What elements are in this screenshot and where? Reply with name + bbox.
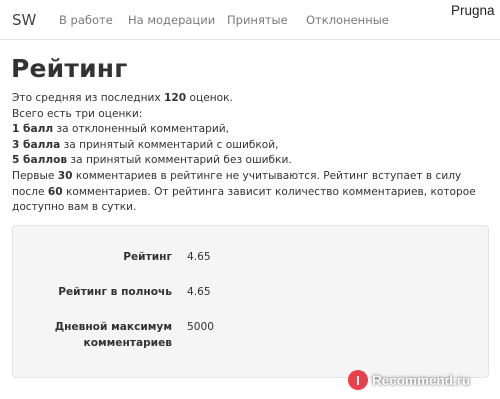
- stat-label: Рейтинг в полночь: [58, 286, 172, 298]
- desc-line-three-grades: Всего есть три оценки:: [12, 107, 143, 120]
- watermark: I Recommend.ru: [348, 368, 470, 392]
- nav-link-in-progress[interactable]: В работе: [59, 13, 113, 27]
- stat-label: Рейтинг: [123, 251, 172, 263]
- top-navbar: SW В работе На модерации Принятые Отклон…: [0, 0, 500, 40]
- stats-panel: Рейтинг 4.65 Рейтинг в полночь 4.65 Днев…: [12, 225, 489, 378]
- nav-link-moderation[interactable]: На модерации: [128, 13, 215, 27]
- page-title: Рейтинг: [11, 54, 128, 83]
- desc-line-grade-5: 5 баллов за принятый комментарий без оши…: [12, 154, 292, 167]
- nav-link-accepted[interactable]: Принятые: [227, 13, 288, 27]
- rating-description: Это средняя из последних 120 оценок. Все…: [12, 91, 492, 216]
- desc-line-grade-1: 1 балл за отклоненный комментарий,: [12, 123, 230, 136]
- stat-value: 4.65: [187, 251, 211, 263]
- brand-logo[interactable]: SW: [12, 11, 36, 29]
- stat-label: Дневной максимум комментариев: [54, 321, 172, 349]
- recommend-logo-icon: I: [348, 370, 368, 390]
- watermark-text: Recommend.ru: [372, 372, 471, 388]
- nav-link-rejected[interactable]: Отклоненные: [306, 13, 389, 27]
- desc-line-rules: Первые 30 комментариев в рейтинге не учи…: [12, 169, 476, 214]
- user-name[interactable]: Prugna: [451, 3, 495, 18]
- stat-value: 5000: [187, 321, 214, 333]
- stat-value: 4.65: [187, 286, 211, 298]
- desc-line-average: Это средняя из последних 120 оценок.: [12, 92, 233, 104]
- desc-line-grade-3: 3 балла за принятый комментарий с ошибко…: [12, 138, 279, 151]
